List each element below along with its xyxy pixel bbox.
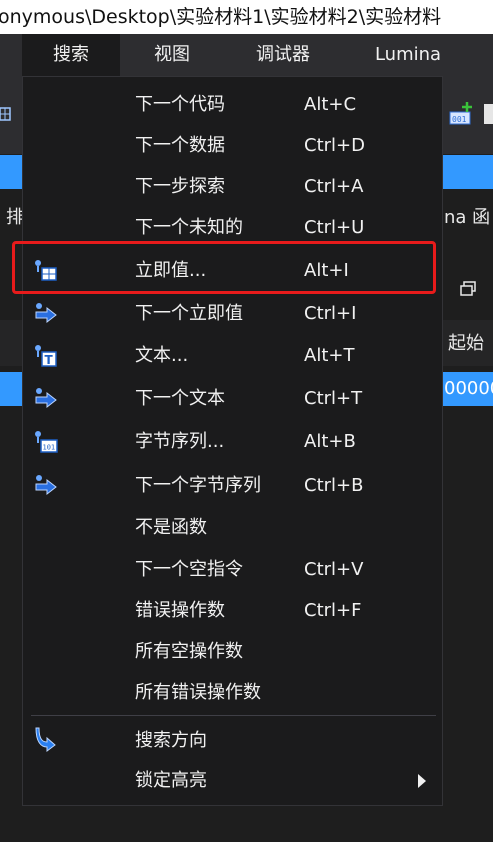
menu-item-error-operand[interactable]: 错误操作数 Ctrl+F [23, 590, 442, 631]
menu-item-shortcut: Ctrl+T [304, 388, 363, 409]
menu-item-label: 锁定高亮 [135, 770, 207, 791]
next-arrow-icon [33, 301, 59, 327]
menu-lumina[interactable]: Lumina [356, 34, 460, 76]
menu-item-shortcut: Ctrl+F [304, 600, 362, 621]
menu-item-next-void[interactable]: 下一个空指令 Ctrl+V [23, 549, 442, 590]
menu-item-text[interactable]: T 文本... Alt+T [23, 335, 442, 376]
menu-item-next-immediate[interactable]: 下一个立即值 Ctrl+I [23, 293, 442, 334]
menu-item-label: 下一个代码 [135, 94, 225, 115]
highlight-annotation-box [12, 241, 436, 294]
submenu-arrow-icon [418, 774, 426, 788]
window-title-bar: onymous\Desktop\实验材料1\实验材料2\实验材料 [0, 0, 493, 34]
menu-item-byte-sequence[interactable]: 101 字节序列... Alt+B [23, 421, 442, 462]
menu-item-next-data[interactable]: 下一个数据 Ctrl+D [23, 125, 442, 166]
search-direction-icon [33, 726, 59, 752]
selected-row-left[interactable] [0, 372, 22, 406]
window-title: onymous\Desktop\实验材料1\实验材料2\实验材料 [0, 6, 442, 28]
menu-item-shortcut: Ctrl+A [304, 176, 364, 197]
toolbar-icon-left[interactable] [0, 104, 12, 124]
svg-text:T: T [45, 353, 54, 367]
menu-view[interactable]: 视图 [131, 34, 213, 76]
menu-item-label: 错误操作数 [135, 600, 225, 621]
text-search-icon: T [33, 343, 59, 369]
selected-row-value: 00000 [444, 378, 493, 399]
menu-item-label: 下一个数据 [135, 135, 225, 156]
menu-item-label: 下一个文本 [135, 388, 225, 409]
background-tab-lumina[interactable]: na 函 [444, 203, 490, 229]
menu-item-next-code[interactable]: 下一个代码 Alt+C [23, 84, 442, 125]
restore-window-icon[interactable] [460, 281, 478, 297]
menu-item-all-void-operands[interactable]: 所有空操作数 [23, 631, 442, 672]
toolbar-add-icon[interactable]: 001 [448, 100, 476, 126]
svg-text:101: 101 [43, 444, 56, 452]
menu-item-all-error-operands[interactable]: 所有错误操作数 [23, 672, 442, 713]
menu-search[interactable]: 搜索 [22, 34, 120, 76]
menu-item-lock-highlight[interactable]: 锁定高亮 [23, 760, 442, 801]
menu-item-label: 下一步探索 [135, 176, 225, 197]
byte-sequence-icon: 101 [33, 429, 59, 455]
next-arrow-icon [33, 386, 59, 412]
menu-item-label: 文本... [135, 345, 189, 366]
menu-item-label: 所有空操作数 [135, 641, 243, 662]
menu-item-next-explore[interactable]: 下一步探索 Ctrl+A [23, 166, 442, 207]
tab-active-left[interactable] [0, 155, 22, 189]
toolbar-doc-icon[interactable] [484, 104, 493, 124]
menu-item-shortcut: Ctrl+V [304, 559, 364, 580]
search-dropdown-menu: 下一个代码 Alt+C 下一个数据 Ctrl+D 下一步探索 Ctrl+A 下一… [22, 76, 443, 806]
menu-bar: 搜索 视图 调试器 Lumina [0, 34, 493, 76]
menu-item-shortcut: Alt+T [304, 345, 355, 366]
menu-item-label: 搜索方向 [135, 730, 207, 751]
menu-item-next-byte-sequence[interactable]: 下一个字节序列 Ctrl+B [23, 465, 442, 506]
next-arrow-icon [33, 473, 59, 499]
menu-debugger[interactable]: 调试器 [236, 34, 330, 76]
menu-item-search-direction[interactable]: 搜索方向 [23, 720, 442, 761]
menu-item-shortcut: Alt+B [304, 431, 356, 452]
menu-item-label: 下一个立即值 [135, 303, 243, 324]
column-header-start[interactable]: 起始 [448, 329, 484, 355]
menu-item-shortcut: Alt+C [304, 94, 357, 115]
menu-item-label: 不是函数 [135, 517, 207, 538]
menu-item-label: 下一个字节序列 [135, 475, 261, 496]
menu-item-next-text[interactable]: 下一个文本 Ctrl+T [23, 378, 442, 419]
menu-item-label: 下一个空指令 [135, 559, 243, 580]
tab-active-right[interactable] [443, 155, 493, 189]
menu-item-shortcut: Ctrl+I [304, 303, 357, 324]
menu-separator [31, 715, 436, 716]
menu-item-label: 字节序列... [135, 431, 225, 452]
menu-item-shortcut: Ctrl+D [304, 135, 365, 156]
menu-item-not-function[interactable]: 不是函数 [23, 507, 442, 548]
menu-item-shortcut: Ctrl+B [304, 475, 364, 496]
svg-text:001: 001 [452, 115, 467, 124]
menu-item-label: 所有错误操作数 [135, 682, 261, 703]
